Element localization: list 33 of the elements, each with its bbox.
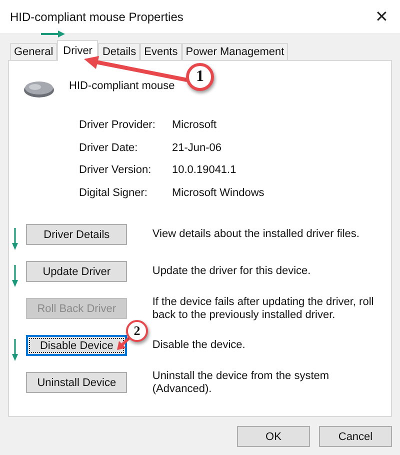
property-label: Digital Signer: <box>79 186 148 200</box>
arrow-icon <box>40 30 66 38</box>
dialog-button[interactable]: Cancel <box>319 426 392 447</box>
property-value: Microsoft Windows <box>172 186 266 200</box>
arrow-icon <box>12 339 18 361</box>
property-label: Driver Version: <box>79 164 152 178</box>
property-value: Microsoft <box>172 119 218 132</box>
action-button[interactable]: Update Driver <box>26 261 128 282</box>
arrow-icon <box>12 228 18 250</box>
property-value: 21-Jun-06 <box>172 142 223 155</box>
arrow-icon <box>12 265 18 287</box>
action-description: If the device fails after updating the driver, roll back to the previously installed driver. <box>152 296 375 322</box>
close-button[interactable]: ✕ <box>371 6 392 26</box>
action-button[interactable]: Driver Details <box>26 224 128 245</box>
dialog-button[interactable]: OK <box>237 426 310 447</box>
action-description: Update the driver for this device. <box>152 265 312 278</box>
property-label: Driver Provider: <box>79 119 156 132</box>
action-button[interactable]: Disable Device <box>26 335 128 356</box>
device-name: HID-compliant mouse <box>69 80 175 92</box>
action-description: Uninstall the device from the system (Advanced). <box>152 370 330 396</box>
callout-arrow <box>117 336 131 350</box>
action-button[interactable]: Uninstall Device <box>26 372 128 393</box>
tab[interactable]: Power Management <box>182 43 288 60</box>
window-title: HID-compliant mouse Properties <box>10 10 184 24</box>
action-description: Disable the device. <box>152 339 246 352</box>
mouse-icon <box>23 79 55 99</box>
tab[interactable]: General <box>10 43 58 60</box>
tab[interactable]: Details <box>98 43 140 60</box>
property-label: Driver Date: <box>79 142 139 155</box>
tab[interactable]: Events <box>140 43 182 60</box>
tab[interactable]: Driver <box>57 40 98 61</box>
property-value: 10.0.19041.1 <box>172 164 238 178</box>
action-description: View details about the installed driver files. <box>152 228 360 241</box>
